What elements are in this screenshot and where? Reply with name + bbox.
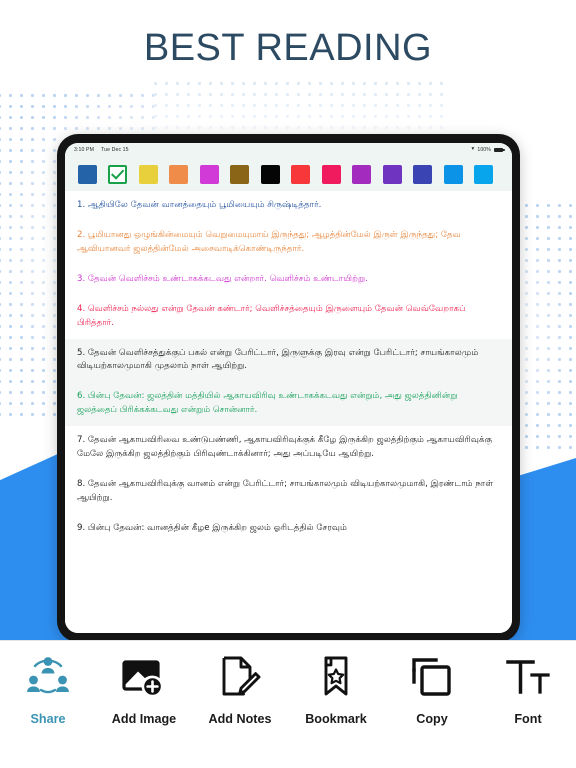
verse-4[interactable]: 4. வெளிச்சம் நல்லது என்று தேவன் கண்டார்;…	[65, 295, 512, 339]
status-bar-date: Tue Dec 15	[101, 147, 129, 153]
color-swatch-wrap-sky-blue	[438, 164, 469, 184]
color-swatch-wrap-pink	[316, 164, 347, 184]
color-swatch-orange[interactable]	[169, 164, 189, 184]
color-swatch-wrap-magenta	[194, 164, 225, 184]
color-swatch-pink[interactable]	[321, 164, 341, 184]
toolbar-button-copy[interactable]: Copy	[384, 651, 480, 726]
status-bar-time: 3:10 PM	[74, 147, 95, 153]
color-swatch-black[interactable]	[260, 164, 280, 184]
color-swatch-wrap-selected-check	[103, 164, 134, 184]
reading-pane[interactable]: 1. ஆதியிலே தேவன் வானத்தையும் பூமியையும் …	[65, 191, 512, 633]
share-people-icon	[25, 651, 71, 703]
color-swatch-red[interactable]	[291, 164, 311, 184]
toolbar-label: Share	[30, 712, 66, 726]
verse-5[interactable]: 5. தேவன் வெளிச்சத்துக்குப் பகல் என்று பே…	[65, 338, 512, 383]
color-swatch-wrap-violet	[377, 164, 408, 184]
wifi-icon: ▾	[471, 146, 475, 153]
color-swatch-wrap-black	[255, 164, 286, 184]
color-swatch-blue[interactable]	[77, 164, 97, 184]
toolbar-button-bookmark[interactable]: Bookmark	[288, 651, 384, 726]
tablet-device-mockup: 3:10 PM Tue Dec 15 ▾ 100% 1. ஆதியிலே தேவ…	[57, 134, 520, 642]
page-title: BEST READING	[0, 0, 576, 96]
verse-8[interactable]: 8. தேவன் ஆகாயவிரிவுக்கு வானம் என்று பேரி…	[65, 470, 512, 514]
color-swatch-yellow[interactable]	[138, 164, 158, 184]
bookmark-star-icon	[313, 651, 359, 703]
add-image-icon	[121, 651, 167, 703]
status-bar: 3:10 PM Tue Dec 15 ▾ 100%	[65, 143, 512, 157]
color-palette-bar[interactable]	[65, 157, 512, 191]
toolbar-label: Add Notes	[208, 712, 272, 726]
toolbar-button-add-notes[interactable]: Add Notes	[192, 651, 288, 726]
color-swatch-wrap-blue	[72, 164, 103, 184]
color-swatch-cyan-blue[interactable]	[474, 164, 494, 184]
verse-1[interactable]: 1. ஆதியிலே தேவன் வானத்தையும் பூமியையும் …	[65, 191, 512, 221]
battery-full-icon	[494, 147, 505, 153]
color-swatch-wrap-brown	[225, 164, 256, 184]
verse-7[interactable]: 7. தேவன் ஆகாயவிரிவை உண்டுபண்ணி, ஆகாயவிரி…	[65, 426, 512, 470]
color-swatch-brown[interactable]	[230, 164, 250, 184]
toolbar-label: Bookmark	[305, 712, 367, 726]
page-title-text: BEST READING	[143, 26, 433, 69]
toolbar-label: Font	[514, 712, 542, 726]
color-swatch-wrap-purple	[347, 164, 378, 184]
note-pencil-icon	[217, 651, 263, 703]
verse-2[interactable]: 2. பூமியானது ஒழுங்கின்மையும் வெறுமையுமாய…	[65, 221, 512, 265]
color-swatch-selected-check[interactable]	[108, 164, 128, 184]
battery-percent-label: 100%	[477, 147, 491, 153]
color-swatch-wrap-yellow	[133, 164, 164, 184]
toolbar-label: Add Image	[111, 712, 177, 726]
color-swatch-magenta[interactable]	[199, 164, 219, 184]
tablet-screen: 3:10 PM Tue Dec 15 ▾ 100% 1. ஆதியிலே தேவ…	[65, 143, 512, 633]
color-swatch-violet[interactable]	[382, 164, 402, 184]
bottom-toolbar: Share Add Image Add Notes Bookmark Copy …	[0, 640, 576, 768]
copy-icon	[409, 651, 455, 703]
verse-6[interactable]: 6. பின்பு தேவன்: ஜலத்தின் மத்தியில் ஆகாய…	[65, 382, 512, 427]
toolbar-label: Copy	[416, 712, 448, 726]
color-swatch-wrap-indigo	[408, 164, 439, 184]
verse-3[interactable]: 3. தேவன் வெளிச்சம் உண்டாகக்கடவது என்றார்…	[65, 265, 512, 295]
color-swatch-sky-blue[interactable]	[443, 164, 463, 184]
color-swatch-purple[interactable]	[352, 164, 372, 184]
font-size-icon	[505, 651, 551, 703]
color-swatch-wrap-orange	[164, 164, 195, 184]
toolbar-button-share[interactable]: Share	[0, 651, 96, 726]
color-swatch-wrap-red	[286, 164, 317, 184]
toolbar-button-font[interactable]: Font	[480, 651, 576, 726]
color-swatch-wrap-cyan-blue	[469, 164, 500, 184]
color-swatch-indigo[interactable]	[413, 164, 433, 184]
toolbar-button-add-image[interactable]: Add Image	[96, 651, 192, 726]
verse-9[interactable]: 9. பின்பு தேவன்: வானத்தின் கீழe இருக்கிற…	[65, 514, 512, 544]
